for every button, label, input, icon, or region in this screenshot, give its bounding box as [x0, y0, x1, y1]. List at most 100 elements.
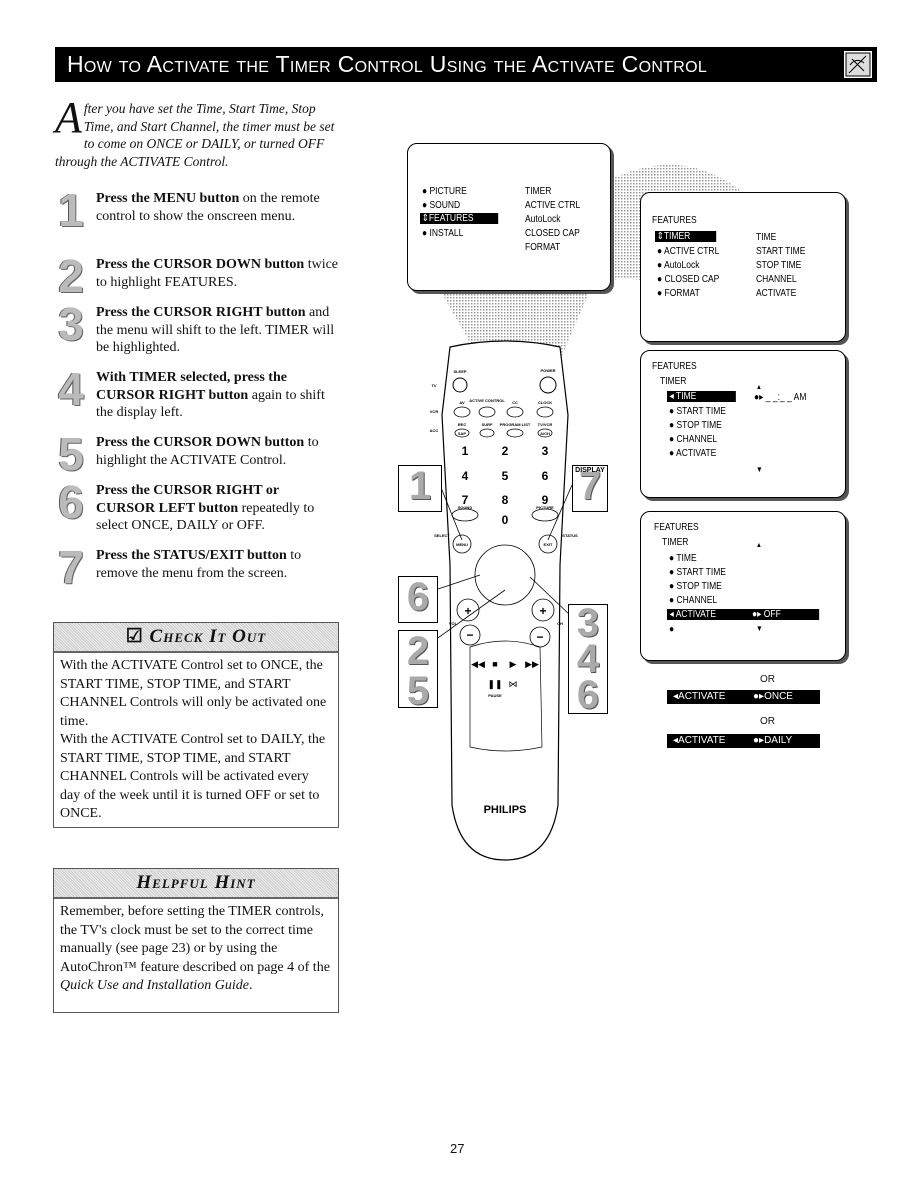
box-title: Helpful Hint: [54, 869, 338, 899]
page-number: 27: [450, 1141, 465, 1156]
menu-item: ● FORMAT: [657, 288, 700, 299]
digit-8-button: 8: [502, 493, 509, 507]
status-label: STATUS: [562, 533, 578, 538]
ch-label: CH: [557, 621, 563, 626]
down-arrow-icon: ▼: [756, 465, 763, 474]
screen-subtitle: TIMER: [660, 376, 687, 387]
tvvcr-label: TV/VCR: [538, 422, 553, 427]
callout-step-6: 6: [398, 576, 438, 623]
av-label: AV: [459, 400, 465, 405]
menu-item: ● PICTURE: [422, 186, 467, 197]
screen-title: FEATURES: [652, 215, 697, 226]
svg-text:−: −: [536, 630, 543, 644]
submenu-item: AutoLock: [525, 214, 561, 225]
screen-subtitle: TIMER: [662, 537, 689, 548]
submenu-item: START TIME: [756, 246, 806, 257]
menu-item: ● AutoLock: [657, 260, 700, 271]
menu-item: ● ACTIVE CTRL: [657, 246, 720, 257]
step-7: 7 Press the STATUS/EXIT button to remove …: [55, 543, 340, 591]
exit-button: EXIT: [544, 542, 553, 547]
step-action: Press the CURSOR DOWN button: [96, 435, 305, 450]
step-3: 3 Press the CURSOR RIGHT button and the m…: [55, 300, 340, 357]
surf-label: SURF: [482, 422, 493, 427]
box-text: With the ACTIVATE Control set to ONCE, t…: [60, 658, 327, 729]
menu-item: ● TIME: [669, 553, 697, 564]
page-title: How to Activate the Timer Control Using …: [55, 47, 877, 82]
step-action: Press the CURSOR RIGHT button: [96, 305, 306, 320]
remote-control: 123 456 789 0 + +− − ◀◀ ■ ▶ ▶▶❚❚ ⋈ SLEEP POWER…: [430, 340, 578, 861]
submenu-item: STOP TIME: [756, 260, 802, 271]
up-arrow-icon: ▲: [756, 384, 762, 391]
step-number: 2: [58, 250, 84, 302]
callout-steps-2-5: 25: [398, 630, 438, 711]
digit-2-button: 2: [502, 444, 509, 458]
box-text: Remember, before setting the TIMER contr…: [60, 904, 330, 975]
menu-item: ● CLOSED CAP: [657, 274, 720, 285]
checkbox-icon: ☑: [125, 626, 150, 647]
intro-body: fter you have set the Time, Start Time, …: [55, 101, 335, 169]
tv-label: TV: [431, 383, 436, 388]
menu-item-selected: ◂ ACTIVATE ●▸ OFF: [667, 609, 820, 620]
svg-text:⋈: ⋈: [509, 679, 518, 689]
vol-label: VOL: [449, 621, 458, 626]
step-4: 4 With TIMER selected, press the CURSOR R…: [55, 365, 340, 422]
pause-label: PAUSE: [488, 693, 502, 698]
digit-5-button: 5: [502, 469, 509, 483]
menu-item: ● ACTIVATE: [669, 448, 717, 459]
activate-once-bar: ◂ ACTIVATE ●▸ ONCE: [667, 690, 820, 704]
sleep-label: SLEEP: [453, 369, 466, 374]
acc-label: ACC: [430, 428, 439, 433]
menu-screen-timer: FEATURES TIMER ▲ ◂ TIME ●▸ _ _:_ _ AM ● …: [640, 350, 846, 498]
menu-item: ● INSTALL: [422, 228, 464, 239]
ach-label: A/CH: [540, 431, 550, 436]
menu-item: ● CHANNEL: [669, 595, 718, 606]
step-number: 4: [58, 363, 84, 415]
time-value: ●▸ _ _:_ _ AM: [754, 392, 807, 403]
power-label: POWER: [540, 368, 555, 373]
menu-item: ● CHANNEL: [669, 434, 718, 445]
menu-button: MENU: [456, 542, 468, 547]
menu-item-selected: ⇕TIMER: [655, 231, 717, 242]
menu-item: ● SOUND: [422, 200, 461, 211]
submenu-item: TIME: [756, 232, 777, 243]
digit-3-button: 3: [542, 444, 549, 458]
submenu-item: TIMER: [525, 186, 552, 197]
drop-cap: A: [55, 93, 82, 142]
remote-hand-icon: [843, 50, 873, 79]
select-label: SELECT: [434, 533, 450, 538]
svg-text:−: −: [466, 628, 473, 642]
active-control-label: ACTIVE CONTROL: [469, 398, 505, 403]
svg-text:+: +: [539, 604, 546, 618]
screen-title: FEATURES: [654, 522, 699, 533]
intro-text: After you have set the Time, Start Time,…: [55, 93, 345, 170]
step-action: Press the CURSOR DOWN button: [96, 257, 305, 272]
menu-item-selected: ◂ TIME: [667, 391, 736, 402]
submenu-item: FORMAT: [525, 242, 561, 253]
or-label: OR: [760, 716, 775, 727]
svg-text:❚❚: ❚❚: [487, 679, 502, 690]
callout-steps-3-4-6: 346: [568, 603, 608, 715]
menu-item: ● START TIME: [669, 406, 726, 417]
menu-item-selected: ⇕FEATURES: [420, 213, 499, 224]
step-5: 5 Press the CURSOR DOWN button to highlig…: [55, 430, 340, 478]
guide-title: Quick Use and Installation Guide: [60, 978, 249, 993]
step-number: 5: [58, 428, 84, 480]
check-it-out-box: ☑ Check It Out With the ACTIVATE Control…: [53, 622, 339, 828]
submenu-item: ACTIVATE: [756, 288, 797, 299]
display-label: DISPLAY: [575, 467, 605, 474]
picture-label: PICTURE: [536, 505, 554, 510]
menu-item: ● STOP TIME: [669, 420, 722, 431]
step-number: 6: [58, 476, 84, 528]
activate-daily-bar: ◂ ACTIVATE ●▸ DAILY: [667, 734, 820, 748]
box-text-end: .: [248, 978, 253, 993]
svg-text:▶: ▶: [510, 659, 517, 669]
up-arrow-icon: ▲: [756, 542, 762, 549]
clock-label: CLOCK: [538, 400, 552, 405]
submenu-item: ACTIVE CTRL: [525, 200, 581, 211]
callout-step-1: 1: [398, 465, 442, 512]
digit-1-button: 1: [462, 444, 469, 458]
menu-bullet: ●: [669, 624, 675, 635]
step-action: Press the MENU button: [96, 191, 240, 206]
step-number: 7: [58, 541, 84, 593]
digit-4-button: 4: [462, 469, 469, 483]
